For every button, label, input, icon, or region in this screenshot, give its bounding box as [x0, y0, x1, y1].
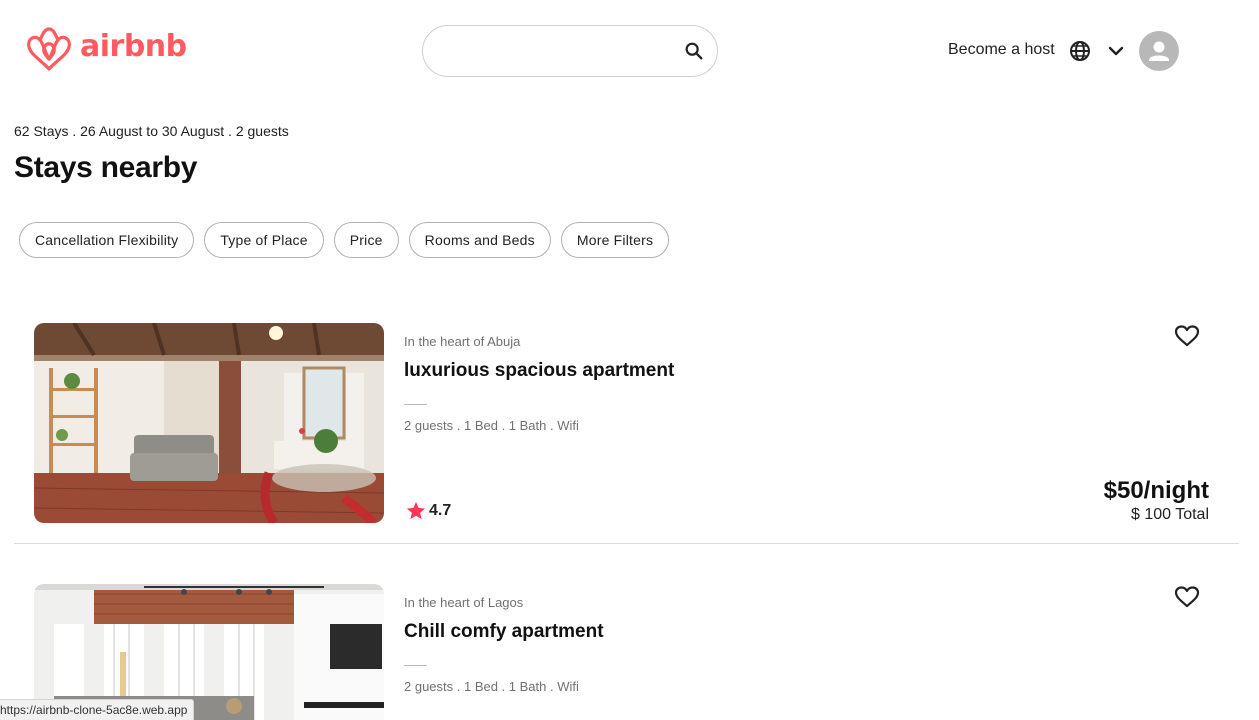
user-avatar[interactable]	[1139, 31, 1179, 71]
listing-title[interactable]: luxurious spacious apartment	[404, 360, 674, 382]
status-bar-url: https://airbnb-clone-5ac8e.web.app	[0, 699, 195, 720]
listing-rating: 4.7	[405, 500, 451, 522]
listing-price: $50/night $ 100 Total	[1104, 476, 1209, 524]
price-per-night: $50/night	[1103, 477, 1209, 504]
listing-card[interactable]: In the heart of Abuja luxurious spacious…	[14, 323, 1239, 544]
filter-cancellation-flexibility[interactable]: Cancellation Flexibility	[19, 222, 195, 258]
listing-amenities: 2 guests . 1 Bed . 1 Bath . Wifi	[404, 418, 579, 433]
star-icon	[406, 501, 426, 520]
divider	[404, 404, 427, 405]
filter-price[interactable]: Price	[333, 222, 399, 258]
search-bar[interactable]	[422, 25, 718, 77]
filter-more-filters[interactable]: More Filters	[560, 222, 670, 258]
listing-card[interactable]: In the heart of Lagos Chill comfy apartm…	[14, 584, 1239, 720]
search-icon[interactable]	[683, 40, 705, 62]
globe-icon[interactable]	[1068, 39, 1092, 63]
airbnb-logo-icon	[27, 27, 71, 71]
page: airbnb Become a host 62 Stays . 26 Augus…	[0, 0, 1259, 720]
filter-rooms-and-beds[interactable]: Rooms and Beds	[408, 222, 551, 258]
listing-title[interactable]: Chill comfy apartment	[404, 621, 604, 643]
filter-type-of-place[interactable]: Type of Place	[204, 222, 324, 258]
user-avatar-icon	[1149, 41, 1169, 61]
logo-wordmark: airbnb	[80, 29, 187, 64]
divider	[404, 665, 427, 666]
filter-bar: Cancellation Flexibility Type of Place P…	[19, 222, 679, 258]
heart-icon[interactable]	[1174, 324, 1200, 348]
listing-amenities: 2 guests . 1 Bed . 1 Bath . Wifi	[404, 679, 579, 694]
listing-image[interactable]	[34, 323, 384, 523]
airbnb-logo[interactable]: airbnb	[26, 25, 187, 73]
become-a-host-link[interactable]: Become a host	[948, 41, 1055, 59]
heart-icon[interactable]	[1174, 585, 1200, 609]
search-summary: 62 Stays . 26 August to 30 August . 2 gu…	[14, 123, 289, 139]
search-input[interactable]	[445, 38, 675, 64]
price-total: $ 100 Total	[1131, 506, 1209, 523]
listing-location: In the heart of Abuja	[404, 334, 521, 349]
rating-value: 4.7	[429, 502, 452, 519]
page-title: Stays nearby	[14, 151, 198, 184]
chevron-down-icon[interactable]	[1106, 40, 1126, 62]
listing-location: In the heart of Lagos	[404, 595, 524, 610]
